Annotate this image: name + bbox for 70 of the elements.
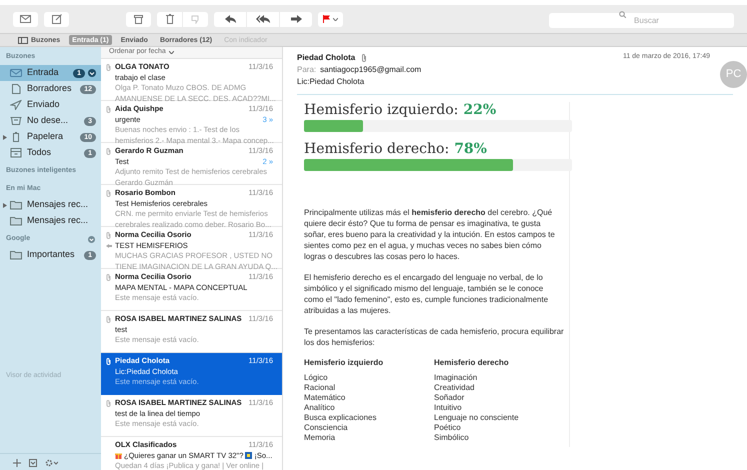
paper-plane-icon — [10, 100, 22, 110]
paragraph: Principalmente utilizas más el hemisferio derecho del cerebro. ¿Qué quiere decir ésto? Que tu forma de pensar es imaginativa, te gusta soñar, eres bueno para la creatividad y la intución. En estos campos te sientes como pez en el agua, y muchas veces no sabes bien cómo logras o descubres las cosas pero lo haces. — [304, 207, 556, 262]
chevron-icon[interactable] — [168, 51, 174, 54]
reply-all-button[interactable] — [247, 12, 279, 26]
search-field[interactable]: Buscar — [549, 13, 734, 28]
sidebar-item[interactable]: Mensajes rec... — [0, 213, 101, 229]
paragraph: El hemisferio derecho es el encargado del lenguaje no verbal, de lo simbólico y el significado mismo del lenguaje, también se le conoce como el "lado femenino", esto es, cumple funciones tradicionalmente atribuidas a las mujeres. — [304, 272, 550, 316]
list-item: Poético — [434, 423, 462, 433]
list-item: Analítico — [304, 403, 336, 413]
document-icon — [10, 84, 22, 94]
envelope-icon — [10, 68, 22, 78]
column-heading: Hemisferio derecho — [434, 358, 510, 368]
flag-button[interactable] — [318, 12, 343, 26]
delete-button[interactable] — [157, 12, 182, 26]
to-label: Para: — [297, 64, 316, 76]
list-item: Soñador — [434, 393, 466, 403]
compose-button[interactable] — [44, 12, 69, 26]
mailbox-icon[interactable] — [29, 459, 37, 467]
paperclip-icon — [361, 54, 368, 62]
recipient-address: santiagocp1965@gmail.com — [320, 64, 422, 76]
forward-button[interactable] — [280, 12, 312, 26]
paragraph: Te presentamos las características de cada hemisferio, procura equilibrar los dos hemisferios: — [304, 326, 564, 348]
folder-icon — [10, 216, 22, 226]
result-percent: 22% — [463, 102, 496, 119]
search-icon — [619, 11, 626, 18]
list-item: Simbólico — [434, 433, 470, 443]
get-mail-button[interactable] — [13, 12, 38, 26]
tray-icon — [10, 116, 22, 126]
sidebar-item[interactable]: Mensajes rec... — [0, 197, 101, 213]
sidebar-icon — [18, 36, 28, 44]
add-icon[interactable] — [13, 459, 21, 467]
list-item: Intuitivo — [434, 403, 463, 413]
list-item: Imaginación — [434, 373, 478, 383]
sidebar-item[interactable]: Enviado — [0, 97, 101, 113]
envelope-icon — [20, 15, 31, 23]
reply-all-arrow-icon — [256, 15, 270, 23]
chevron-icon[interactable] — [88, 236, 95, 242]
flag-icon — [323, 15, 330, 23]
tray-icon — [10, 148, 22, 158]
avatar: PC — [720, 61, 747, 88]
list-item: Busca explicaciones — [304, 413, 378, 423]
folder-icon — [10, 200, 22, 210]
forward-arrow-icon — [290, 15, 302, 23]
thumbs-down-icon — [191, 14, 200, 24]
result-percent: 78% — [454, 141, 487, 158]
result-title: Hemisferio derecho: — [304, 141, 450, 158]
list-item: Matemático — [304, 393, 346, 403]
message-subject: Lic:Piedad Cholota — [297, 76, 366, 88]
list-item: Lógico — [304, 373, 329, 383]
list-item: Racional — [304, 383, 336, 393]
list-item: Consciencia — [304, 423, 349, 433]
trash-icon — [166, 14, 174, 24]
column-heading: Hemisferio izquierdo — [304, 358, 384, 368]
list-item: Lenguaje no consciente — [434, 413, 520, 423]
reply-arrow-icon — [224, 15, 236, 23]
result-title: Hemisferio izquierdo: — [304, 102, 458, 119]
trash-icon — [10, 132, 22, 142]
disclosure-triangle-icon[interactable] — [3, 134, 7, 140]
reply-button[interactable] — [214, 12, 246, 26]
folder-icon — [10, 250, 22, 260]
settings-icon[interactable] — [45, 459, 58, 467]
list-item: Creatividad — [434, 383, 476, 393]
list-item: Memoria — [304, 433, 336, 443]
caret-icon — [333, 18, 338, 20]
sender-name: Piedad Cholota — [297, 52, 356, 64]
tv-icon — [245, 452, 252, 460]
archive-icon — [134, 14, 143, 24]
disclosure-triangle-icon[interactable] — [3, 202, 7, 208]
archive-button[interactable] — [126, 12, 151, 26]
compose-icon — [52, 14, 62, 24]
